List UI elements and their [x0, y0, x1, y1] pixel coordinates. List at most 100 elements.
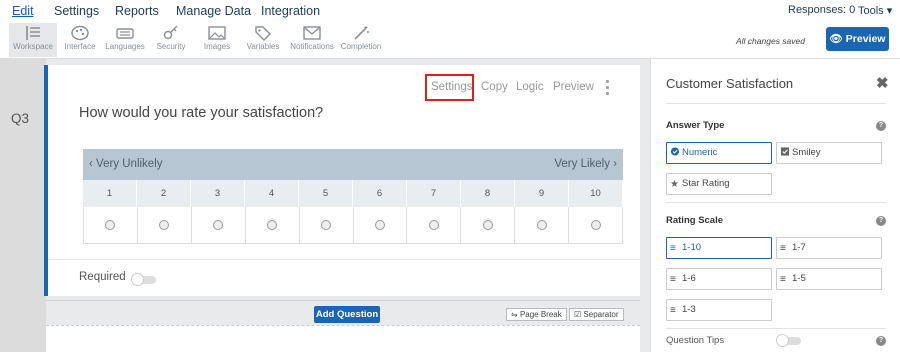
responses-count[interactable]: Responses: 0: [788, 4, 855, 16]
rating-radio[interactable]: [590, 220, 601, 230]
answer-type-numeric[interactable]: Numeric: [666, 142, 772, 164]
close-icon[interactable]: ✖: [876, 74, 889, 92]
tool-label: Security: [156, 42, 186, 51]
question-gutter: Q3: [0, 59, 46, 352]
tools-menu[interactable]: Tools ▾: [858, 4, 892, 17]
rating-scale-1-3[interactable]: ≡ 1-3: [666, 299, 772, 321]
rating-scale-label-text: 1-6: [682, 273, 696, 284]
panel-divider: [666, 328, 886, 329]
help-icon[interactable]: ?: [876, 216, 886, 226]
tool-label: Images: [203, 42, 231, 51]
menu-integration[interactable]: Integration: [261, 4, 320, 18]
rating-cell: [191, 207, 246, 244]
question-tips-toggle[interactable]: [776, 334, 801, 347]
save-status: All changes saved: [736, 36, 805, 46]
rating-radio[interactable]: [267, 220, 278, 230]
rating-number: 5: [299, 180, 353, 207]
preview-button[interactable]: 👁 Preview: [826, 27, 889, 51]
rating-radios-row: [83, 207, 624, 244]
tool-label: Interface: [64, 42, 96, 51]
tool-notifications[interactable]: Notifications: [287, 23, 337, 57]
rating-radio[interactable]: [321, 220, 332, 230]
add-question-bar: Add Question ⇋ Page Break ☑ Separator: [46, 300, 640, 324]
add-question-button[interactable]: Add Question: [314, 306, 380, 323]
rating-number: 8: [461, 180, 515, 207]
rating-scale-1-6[interactable]: ≡ 1-6: [666, 268, 772, 290]
align-left-icon: ≡: [780, 243, 786, 254]
rating-scale-label-text: 1-5: [792, 273, 806, 284]
question-preview-link[interactable]: Preview: [553, 81, 594, 93]
question-copy-link[interactable]: Copy: [481, 81, 508, 93]
tool-label: Completion: [340, 42, 382, 51]
tool-security[interactable]: Security: [147, 23, 195, 57]
palette-icon: [71, 25, 89, 41]
toolbar: Workspace Interface Languages Security I…: [0, 22, 900, 59]
tool-interface[interactable]: Interface: [56, 23, 104, 57]
rating-scale-header: ‹ Very Unlikely Very Likely ›: [83, 149, 623, 180]
answer-type-label-text: Smiley: [792, 147, 821, 158]
menu-reports[interactable]: Reports: [115, 4, 159, 18]
rating-scale-label: Rating Scale: [666, 215, 724, 226]
envelope-icon: [303, 26, 321, 40]
rating-cell: [569, 207, 624, 244]
menu-edit[interactable]: Edit: [12, 4, 34, 18]
tool-variables[interactable]: Variables: [239, 23, 287, 57]
separator-button[interactable]: ☑ Separator: [569, 308, 624, 321]
settings-highlight-box: [425, 74, 474, 101]
rating-radio[interactable]: [213, 220, 224, 230]
more-options-icon[interactable]: [606, 80, 610, 98]
rating-number: 3: [191, 180, 245, 207]
question-card[interactable]: Settings Copy Logic Preview How would yo…: [44, 65, 640, 296]
rating-radio[interactable]: [482, 220, 493, 230]
tool-completion[interactable]: Completion: [337, 23, 385, 57]
rating-radio[interactable]: [105, 220, 116, 230]
check-circle-icon: [670, 147, 680, 156]
answer-type-label-text: Numeric: [682, 147, 718, 158]
rating-number: 1: [83, 180, 137, 207]
answer-type-star-rating[interactable]: ★ Star Rating: [666, 173, 772, 195]
panel-divider: [666, 103, 886, 104]
answer-type-label: Answer Type: [666, 120, 725, 131]
rating-scale-1-7[interactable]: ≡ 1-7: [776, 237, 882, 259]
answer-type-smiley[interactable]: Smiley: [776, 142, 882, 164]
panel-divider: [666, 202, 886, 203]
page-break-button[interactable]: ⇋ Page Break: [506, 308, 567, 321]
rating-cell: [407, 207, 462, 244]
question-logic-link[interactable]: Logic: [516, 81, 544, 93]
menu-manage-data[interactable]: Manage Data: [176, 4, 251, 18]
rating-radio[interactable]: [374, 220, 385, 230]
help-icon[interactable]: ?: [876, 121, 886, 131]
tool-label: Workspace: [13, 42, 53, 51]
tool-label: Notifications: [290, 42, 334, 51]
tool-workspace[interactable]: Workspace: [9, 23, 57, 57]
tool-label: Variables: [246, 42, 280, 51]
align-left-icon: ≡: [670, 305, 676, 316]
star-icon: ★: [670, 179, 679, 190]
rating-radio[interactable]: [159, 220, 170, 230]
rating-number: 10: [569, 180, 623, 207]
rating-number: 2: [137, 180, 191, 207]
rating-cell: [245, 207, 300, 244]
rating-radio[interactable]: [428, 220, 439, 230]
align-left-icon: ≡: [670, 243, 676, 254]
align-left-icon: ≡: [780, 274, 786, 285]
tool-label: Languages: [105, 42, 145, 51]
menu-settings[interactable]: Settings: [54, 4, 99, 18]
question-settings-panel: Customer Satisfaction ✖ Answer Type ? Nu…: [650, 59, 900, 352]
next-question-card: [46, 325, 640, 352]
tool-images[interactable]: Images: [193, 23, 241, 57]
rating-scale-1-10[interactable]: ≡ 1-10: [666, 237, 772, 259]
answer-type-label-text: Star Rating: [682, 178, 730, 189]
question-text[interactable]: How would you rate your satisfaction?: [79, 105, 323, 121]
page-break-label: Page Break: [519, 310, 562, 319]
rating-scale-1-5[interactable]: ≡ 1-5: [776, 268, 882, 290]
rating-scale-table: ‹ Very Unlikely Very Likely › 1 2 3 4 5 …: [83, 149, 624, 244]
eye-icon: 👁: [829, 33, 846, 45]
align-left-icon: ≡: [670, 274, 676, 285]
rating-radio[interactable]: [536, 220, 547, 230]
tool-languages[interactable]: Languages: [101, 23, 149, 57]
help-icon[interactable]: ?: [876, 336, 886, 346]
rating-cell: [83, 207, 138, 244]
required-toggle[interactable]: [131, 273, 156, 286]
right-anchor-label: Very Likely: [554, 158, 610, 170]
